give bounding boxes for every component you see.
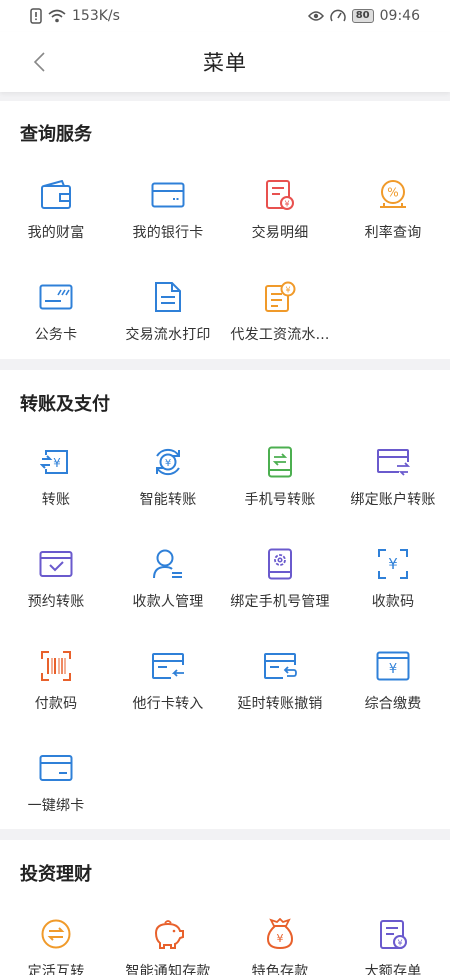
speedometer-icon [329,9,346,23]
menu-item-receive-code[interactable]: ¥ 收款码 [337,547,449,647]
menu-item-label: 绑定手机号管理 [230,594,330,610]
menu-item-label: 综合缴费 [364,696,422,712]
menu-item-scheduled-transfer[interactable]: 预约转账 [0,547,112,647]
bill-payment-icon: ¥ [376,649,410,683]
svg-text:¥: ¥ [277,932,284,945]
back-button[interactable] [24,46,54,78]
svg-text:¥: ¥ [53,456,61,470]
bank-card-icon [151,178,185,212]
wallet-icon [39,178,73,212]
menu-item-label: 智能通知存款 [125,964,211,975]
bind-card-icon [39,751,73,785]
menu-item-label: 预约转账 [27,594,85,610]
menu-item-label: 我的财富 [27,225,85,241]
menu-item-my-wealth[interactable]: 我的财富 [0,178,112,278]
page-title: 菜单 [203,51,247,75]
menu-item-label: 特色存款 [251,964,309,975]
menu-item-delayed-transfer-cancel[interactable]: 延时转账撤销 [224,649,336,749]
menu-item-label: 他行卡转入 [132,696,204,712]
scheduled-transfer-icon [39,547,73,581]
menu-item-my-bank-card[interactable]: 我的银行卡 [112,178,224,278]
menu-item-payment-code[interactable]: 付款码 [0,649,112,749]
large-deposit-certificate-icon: ¥ [376,917,410,951]
menu-item-official-card[interactable]: 公务卡 [0,280,112,380]
menu-item-label: 交易明细 [251,225,309,241]
section-title: 查询服务 [20,124,92,145]
delayed-transfer-cancel-icon [263,649,297,683]
menu-item-label: 一键绑卡 [27,798,85,814]
menu-item-label: 智能转账 [139,492,197,508]
clock: 09:46 [379,8,420,24]
bound-account-transfer-icon [376,445,410,479]
fixed-demand-switch-icon [39,917,73,951]
menu-item-bill-payment[interactable]: ¥ 综合缴费 [337,649,449,749]
menu-item-payroll-statement[interactable]: ¥ 代发工资流水... [224,280,336,380]
svg-text:¥: ¥ [397,939,402,948]
smart-notice-deposit-icon [151,917,185,951]
menu-item-label: 收款人管理 [132,594,204,610]
title-bar: 菜单 [0,32,450,92]
menu-item-label: 转账 [41,492,71,508]
network-speed: 153K/s [72,8,120,24]
menu-item-transfer[interactable]: ¥ 转账 [0,445,112,545]
menu-item-statement-print[interactable]: 交易流水打印 [112,280,224,380]
section-query-services: 查询服务 我的财富 我的银行卡 ¥ 交易明细 % 利率查询 公务卡 交易流水打印 [0,101,450,359]
menu-item-label: 大额存单 [364,964,422,975]
menu-item-payee-management[interactable]: 收款人管理 [112,547,224,647]
receive-code-icon: ¥ [376,547,410,581]
wifi-icon [48,9,66,23]
section-investment: 投资理财 定活互转 智能通知存款 ¥ 特色存款 ¥ 大额存单 [0,840,450,975]
svg-text:¥: ¥ [389,662,397,677]
status-bar: 153K/s 80 09:46 [0,0,450,32]
official-card-icon [39,280,73,314]
phone-transfer-icon [263,445,297,479]
featured-deposit-icon: ¥ [263,917,297,951]
menu-item-label: 我的银行卡 [132,225,204,241]
statement-print-icon [151,280,185,314]
menu-item-label: 利率查询 [364,225,422,241]
interest-rate-icon: % [376,178,410,212]
menu-item-bind-card[interactable]: 一键绑卡 [0,751,112,851]
menu-item-interest-rate[interactable]: % 利率查询 [337,178,449,278]
svg-text:¥: ¥ [388,555,398,573]
section-title: 投资理财 [20,864,92,885]
smart-transfer-icon: ¥ [151,445,185,479]
svg-text:¥: ¥ [285,286,290,295]
eye-icon [307,10,324,22]
payment-code-icon [39,649,73,683]
menu-item-label: 交易流水打印 [125,327,211,343]
menu-item-label: 收款码 [371,594,415,610]
payroll-statement-icon: ¥ [263,280,297,314]
alert-sim-icon [30,8,42,24]
menu-item-bound-account-transfer[interactable]: 绑定账户转账 [337,445,449,545]
phone-binding-icon [263,547,297,581]
transfer-icon: ¥ [39,445,73,479]
svg-text:%: % [387,186,398,200]
menu-item-smart-transfer[interactable]: ¥ 智能转账 [112,445,224,545]
menu-item-phone-binding[interactable]: 绑定手机号管理 [224,547,336,647]
transaction-detail-icon: ¥ [263,178,297,212]
battery-icon: 80 [351,9,374,23]
menu-item-transaction-detail[interactable]: ¥ 交易明细 [224,178,336,278]
section-title: 转账及支付 [20,394,110,415]
menu-item-label: 定活互转 [27,964,85,975]
menu-item-large-deposit-certificate[interactable]: ¥ 大额存单 [337,917,449,975]
section-transfer-payment: 转账及支付 ¥ 转账 ¥ 智能转账 手机号转账 绑定账户转账 预约转账 收款人管… [0,370,450,829]
menu-item-featured-deposit[interactable]: ¥ 特色存款 [224,917,336,975]
menu-item-label: 公务卡 [34,327,78,343]
menu-item-label: 代发工资流水... [230,327,330,343]
svg-text:¥: ¥ [284,200,289,209]
menu-item-label: 付款码 [34,696,78,712]
other-bank-transfer-in-icon [151,649,185,683]
svg-text:¥: ¥ [165,458,171,469]
payee-management-icon [151,547,185,581]
menu-item-label: 绑定账户转账 [350,492,436,508]
menu-item-phone-transfer[interactable]: 手机号转账 [224,445,336,545]
menu-item-smart-notice-deposit[interactable]: 智能通知存款 [112,917,224,975]
menu-item-label: 手机号转账 [244,492,316,508]
chevron-left-icon [33,52,45,72]
menu-item-fixed-demand-switch[interactable]: 定活互转 [0,917,112,975]
menu-item-other-bank-transfer-in[interactable]: 他行卡转入 [112,649,224,749]
menu-item-label: 延时转账撤销 [237,696,323,712]
